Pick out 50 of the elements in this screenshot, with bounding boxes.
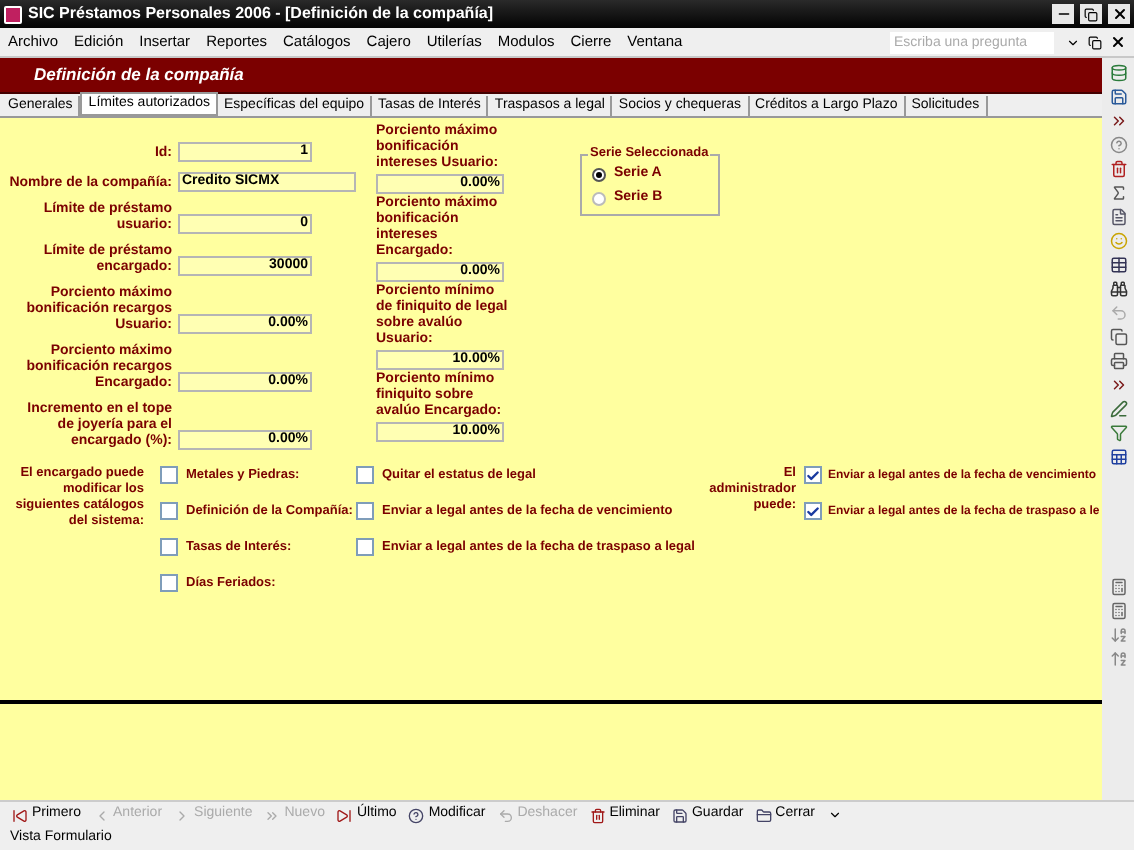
close-button[interactable] (1108, 4, 1130, 24)
undo-icon (497, 807, 514, 823)
minimize-button[interactable] (1052, 4, 1074, 24)
close-icon (1111, 6, 1127, 22)
dropdown-icon[interactable] (827, 808, 842, 822)
pen-icon[interactable] (1109, 400, 1127, 418)
question-icon (408, 807, 425, 823)
checkbox[interactable] (804, 502, 822, 520)
checkbox[interactable] (160, 538, 178, 556)
folder-icon (755, 807, 772, 823)
sort-descending-icon[interactable] (1109, 650, 1127, 668)
radio-button[interactable] (592, 167, 606, 181)
spreadsheet-icon[interactable] (1109, 448, 1127, 466)
skip-forward-icon (336, 807, 353, 823)
app-icon (4, 5, 22, 23)
trash-icon[interactable] (1109, 160, 1127, 178)
checkbox[interactable] (356, 538, 374, 556)
close-icon[interactable] (1110, 34, 1126, 50)
trash-icon (589, 807, 606, 823)
restore-icon[interactable] (1088, 35, 1102, 49)
radio-button[interactable] (592, 191, 606, 205)
sigma-icon[interactable] (1109, 184, 1127, 202)
copy-icon[interactable] (1109, 328, 1127, 346)
document-icon[interactable] (1109, 208, 1127, 226)
checkbox[interactable] (160, 502, 178, 520)
table-icon[interactable] (1109, 256, 1127, 274)
printer-icon[interactable] (1109, 352, 1127, 370)
restore-button[interactable] (1080, 4, 1102, 24)
restore-icon (1084, 7, 1098, 21)
save-icon[interactable] (1109, 88, 1127, 106)
save-icon (671, 807, 688, 823)
form-title: Definición de la compañía (34, 62, 244, 88)
double-chevron-icon[interactable] (1109, 112, 1127, 130)
database-icon[interactable] (1109, 64, 1127, 82)
binoculars-icon[interactable] (1109, 280, 1127, 298)
checkbox[interactable] (356, 502, 374, 520)
checkbox[interactable] (160, 466, 178, 484)
question-icon[interactable] (1109, 136, 1127, 154)
double-chevron-icon[interactable] (1109, 376, 1127, 394)
sort-ascending-icon[interactable] (1109, 626, 1127, 644)
window-title: SIC Préstamos Personales 2006 - [Definición de la compañía] (28, 2, 494, 26)
calculator-icon[interactable] (1109, 578, 1127, 596)
double-chevron-icon (264, 807, 281, 823)
skip-back-icon (12, 807, 28, 823)
dropdown-icon[interactable] (1066, 35, 1080, 49)
checkbox[interactable] (160, 574, 178, 592)
checkbox[interactable] (356, 466, 374, 484)
filter-icon[interactable] (1109, 424, 1127, 442)
checkbox[interactable] (804, 466, 822, 484)
calculator-icon[interactable] (1109, 602, 1127, 620)
